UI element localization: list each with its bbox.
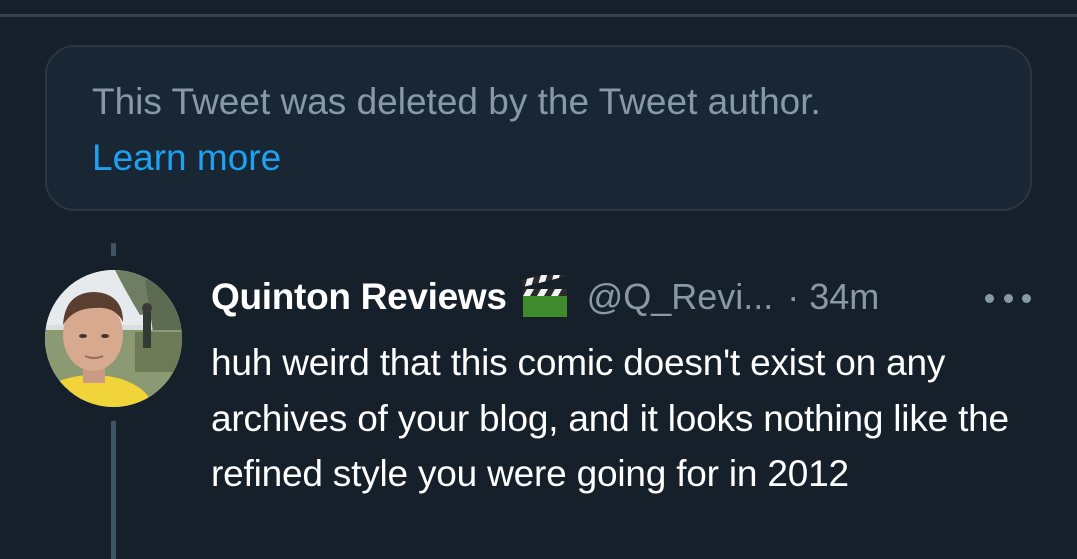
author-handle[interactable]: @Q_Revi...: [587, 276, 774, 318]
avatar[interactable]: [45, 270, 182, 407]
tweet-timestamp[interactable]: 34m: [809, 276, 879, 318]
more-dot: [985, 293, 994, 303]
more-options-icon[interactable]: [985, 288, 1031, 308]
thread-connector-line-bottom: [111, 421, 116, 559]
header-separator: ·: [787, 276, 800, 317]
top-divider: [0, 14, 1077, 17]
tweet-header: Quinton Reviews @Q_Revi... · 34m: [211, 269, 879, 322]
deleted-notice-text: This Tweet was deleted by the Tweet auth…: [92, 81, 821, 122]
deleted-tweet-notice: This Tweet was deleted by the Tweet auth…: [45, 45, 1032, 211]
learn-more-link[interactable]: Learn more: [92, 136, 281, 180]
tweet-text: huh weird that this comic doesn't exist …: [211, 342, 1009, 494]
thread-connector-line-top: [111, 243, 116, 256]
more-dot: [1022, 293, 1031, 303]
avatar-photo: [45, 270, 182, 407]
more-dot: [1003, 293, 1013, 303]
tweet-thread-view: This Tweet was deleted by the Tweet auth…: [0, 0, 1077, 559]
clapper-board-icon: [520, 269, 569, 319]
author-name[interactable]: Quinton Reviews: [211, 276, 507, 318]
